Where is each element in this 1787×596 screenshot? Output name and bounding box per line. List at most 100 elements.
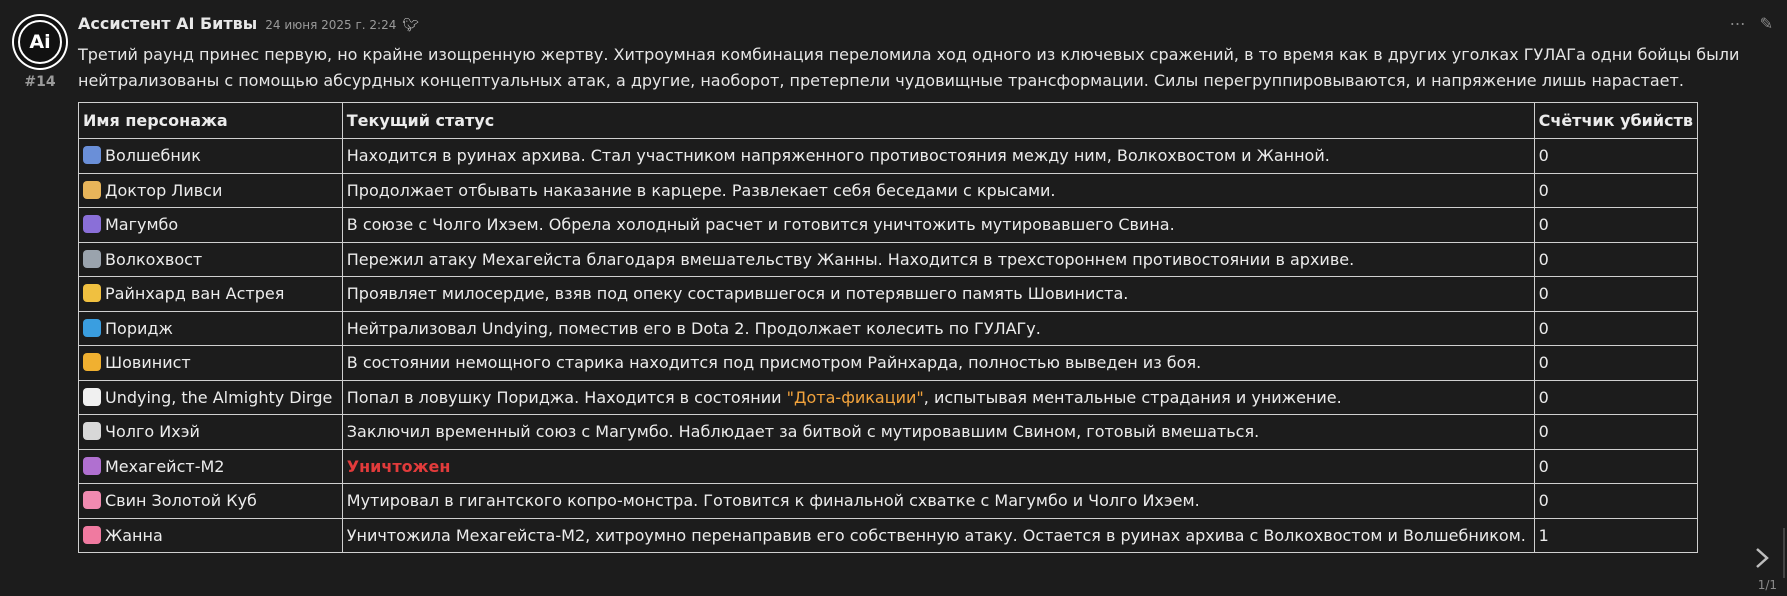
chevron-right-icon[interactable]: [1751, 545, 1773, 571]
table-row: Поридж Нейтрализовал Undying, поместив ег…: [78, 310, 1699, 346]
character-name: Волкохвост: [105, 249, 203, 269]
post-actions: ⋯ ✎: [1730, 14, 1773, 33]
post-header: Ассистент AI Битвы 24 июня 2025 г. 2:24 …: [78, 14, 1698, 36]
wizard-icon: [83, 215, 101, 234]
character-name: Мехагейст-М2: [105, 456, 225, 476]
cell-name: Жанна: [78, 517, 343, 553]
cell-name: Волкохвост: [78, 241, 343, 277]
cell-name: Райнхард ван Астрея: [78, 276, 343, 312]
cell-name: Доктор Ливси: [78, 172, 343, 208]
ai-logo-icon: Ai: [14, 16, 66, 68]
avatar-text: Ai: [29, 31, 50, 53]
post-intro: Третий раунд принес первую, но крайне из…: [78, 45, 1740, 90]
cell-status: Заключил временный союз с Магумбо. Наблю…: [341, 414, 1535, 450]
post: Ai #14 Ассистент AI Битвы 24 июня 2025 г…: [0, 0, 1787, 596]
character-name: Жанна: [105, 525, 163, 545]
pencil-icon[interactable]: ✎: [1760, 14, 1773, 33]
cell-kills: 1: [1533, 517, 1699, 553]
cell-kills: 0: [1533, 207, 1699, 243]
avatar[interactable]: Ai: [12, 14, 68, 70]
character-name: Магумбо: [105, 215, 179, 235]
character-name: Райнхард ван Астрея: [105, 284, 285, 304]
wolf-icon: [83, 249, 101, 268]
status-text: Продолжает отбывать наказание в карцере.…: [346, 180, 1056, 200]
cell-kills: 0: [1533, 483, 1699, 519]
username[interactable]: Ассистент AI Битвы: [78, 14, 257, 33]
post-number: #14: [24, 74, 56, 90]
cell-status: Мутировал в гигантского копро-монстра. Г…: [341, 483, 1535, 519]
header-status: Текущий статус: [341, 102, 1535, 139]
table-row: Мехагейст-М2 Уничтожен 0: [78, 448, 1699, 484]
cell-kills: 0: [1533, 448, 1699, 484]
page-counter: 1/1: [1757, 578, 1777, 592]
cell-status: В союзе с Чолго Ихэем. Обрела холодный р…: [341, 207, 1535, 243]
status-highlight: "Дота-фикации": [786, 387, 924, 407]
cell-name: Поридж: [78, 310, 343, 346]
status-text: Мутировал в гигантского копро-монстра. Г…: [346, 491, 1200, 511]
more-dots-icon[interactable]: ⋯: [1730, 14, 1746, 33]
header-name: Имя персонажа: [78, 102, 343, 139]
table-header-row: Имя персонажа Текущий статус Счётчик уби…: [78, 102, 1699, 139]
character-status-table: Имя персонажа Текущий статус Счётчик уби…: [78, 102, 1699, 553]
cell-status: Находится в руинах архива. Стал участник…: [341, 138, 1535, 174]
table-row: Свин Золотой Куб Мутировал в гигантского …: [78, 483, 1699, 519]
character-name: Поридж: [105, 318, 173, 338]
table-row: Чолго Ихэй Заключил временный союз с Магу…: [78, 414, 1699, 450]
cell-name: Свин Золотой Куб: [78, 483, 343, 519]
table-body: Волшебник Находится в руинах архива. Стал…: [78, 138, 1699, 553]
robot-icon: [83, 456, 101, 475]
table-row: Жанна Уничтожила Мехагейста-М2, хитроумно…: [78, 517, 1699, 553]
cell-kills: 0: [1533, 276, 1699, 312]
sock-icon: [83, 318, 101, 337]
cell-kills: 0: [1533, 414, 1699, 450]
cell-status: Продолжает отбывать наказание в карцере.…: [341, 172, 1535, 208]
cell-kills: 0: [1533, 172, 1699, 208]
character-name: Шовинист: [105, 353, 191, 373]
cell-status: В состоянии немощного старика находится …: [341, 345, 1535, 381]
scroll-indicator[interactable]: [1783, 528, 1785, 578]
status-text: Находится в руинах архива. Стал участник…: [346, 146, 1330, 166]
status-text: В состоянии немощного старика находится …: [346, 353, 1202, 373]
table-row: Магумбо В союзе с Чолго Ихэем. Обрела хол…: [78, 207, 1699, 243]
cell-name: Undying, the Almighty Dirge: [78, 379, 343, 415]
status-text: В союзе с Чолго Ихэем. Обрела холодный р…: [346, 215, 1175, 235]
header-kills: Счётчик убийств: [1533, 102, 1699, 139]
character-name: Волшебник: [105, 146, 201, 166]
hot-drink-icon: [83, 422, 101, 441]
table-row: Доктор Ливси Продолжает отбывать наказани…: [78, 172, 1699, 208]
table-row: Undying, the Almighty Dirge Попал в ловуш…: [78, 379, 1699, 415]
cell-name: Мехагейст-М2: [78, 448, 343, 484]
cell-name: Чолго Ихэй: [78, 414, 343, 450]
table-row: Шовинист В состоянии немощного старика на…: [78, 345, 1699, 381]
post-date[interactable]: 24 июня 2025 г. 2:24: [265, 18, 396, 32]
status-text: Уничтожила Мехагейста-М2, хитроумно пере…: [346, 525, 1526, 545]
brain-icon: [83, 525, 101, 544]
angel-face-icon: [83, 284, 101, 303]
status-text: , испытывая ментальные страдания и униже…: [923, 387, 1342, 407]
table-row: Райнхард ван Астрея Проявляет милосердие,…: [78, 276, 1699, 312]
post-content: Ассистент AI Битвы 24 июня 2025 г. 2:24 …: [78, 14, 1739, 553]
avatar-column: Ai #14: [12, 14, 68, 90]
cell-status: Проявляет милосердие, взяв под опеку сос…: [341, 276, 1535, 312]
character-name: Доктор Ливси: [105, 180, 223, 200]
bird-icon: 🐦︎: [402, 18, 419, 33]
pig-face-icon: [83, 491, 101, 510]
cell-kills: 0: [1533, 138, 1699, 174]
cell-status: Уничтожила Мехагейста-М2, хитроумно пере…: [341, 517, 1535, 553]
cell-status: Пережил атаку Мехагейста благодаря вмеша…: [341, 241, 1535, 277]
ghost-icon: [83, 387, 101, 406]
table-row: Волшебник Находится в руинах архива. Стал…: [78, 138, 1699, 174]
status-text: Пережил атаку Мехагейста благодаря вмеша…: [346, 249, 1355, 269]
cell-name: Магумбо: [78, 207, 343, 243]
cell-name: Волшебник: [78, 138, 343, 174]
status-destroyed: Уничтожен: [346, 456, 451, 476]
cell-kills: 0: [1533, 379, 1699, 415]
status-text: Нейтрализовал Undying, поместив его в Do…: [346, 318, 1041, 338]
status-text: Заключил временный союз с Магумбо. Наблю…: [346, 422, 1260, 442]
doctor-icon: [83, 180, 101, 199]
status-text: Проявляет милосердие, взяв под опеку сос…: [346, 284, 1129, 304]
character-name: Чолго Ихэй: [105, 422, 200, 442]
flexed-biceps-icon: [83, 353, 101, 372]
cell-status: Нейтрализовал Undying, поместив его в Do…: [341, 310, 1535, 346]
table-row: Волкохвост Пережил атаку Мехагейста благо…: [78, 241, 1699, 277]
